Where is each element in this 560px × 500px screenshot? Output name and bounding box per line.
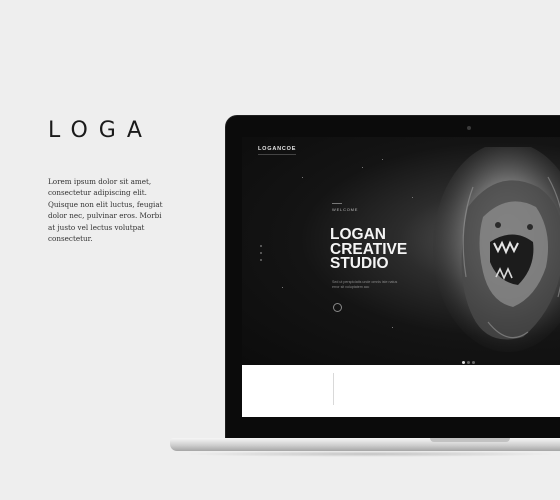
play-circle-icon[interactable] — [333, 303, 342, 312]
website-hero: LOGANCOE WELCOME LOGAN CREATIVE STUDIO S… — [242, 137, 560, 365]
star-dot — [392, 327, 393, 328]
pager-dot[interactable] — [467, 361, 470, 364]
pager-dot[interactable] — [472, 361, 475, 364]
website-content-section — [242, 365, 560, 417]
description-line: Lorem ipsum dolor sit amet, — [48, 177, 152, 186]
camera-icon — [467, 126, 471, 130]
brand-description: Lorem ipsum dolor sit amet, consectetur … — [48, 176, 178, 244]
star-dot — [302, 177, 303, 178]
subline-line: error sit voluptatem acc — [332, 285, 370, 289]
hero-headline: LOGAN CREATIVE STUDIO — [330, 227, 407, 272]
welcome-label: WELCOME — [332, 203, 359, 212]
star-dot — [382, 159, 383, 160]
divider — [333, 373, 334, 405]
slider-pager[interactable] — [462, 351, 477, 365]
description-line: consectetur adipiscing elit. — [48, 188, 147, 198]
description-line: dolor nec, pulvinar eros. Morbi — [48, 211, 162, 221]
description-line: consectetur. — [48, 234, 93, 244]
hero-subline: Sed ut perspiciatis unde omnis iste natu… — [332, 280, 427, 290]
brand-title: LOGA — [48, 118, 153, 143]
lion-image — [433, 147, 560, 352]
description-line: Quisque non elit luctus, feugiat — [48, 199, 163, 209]
pager-dot[interactable] — [462, 361, 465, 364]
star-dot — [282, 287, 283, 288]
headline-line: STUDIO — [330, 255, 389, 272]
laptop-screen: LOGANCOE WELCOME LOGAN CREATIVE STUDIO S… — [242, 137, 560, 417]
laptop-shadow — [180, 451, 560, 457]
site-logo[interactable]: LOGANCOE — [258, 146, 297, 155]
description-line: at justo vel lectus volutpat — [48, 222, 145, 232]
star-dot — [412, 197, 413, 198]
star-dot — [362, 167, 363, 168]
side-nav[interactable] — [260, 245, 262, 267]
laptop-notch — [430, 438, 510, 442]
